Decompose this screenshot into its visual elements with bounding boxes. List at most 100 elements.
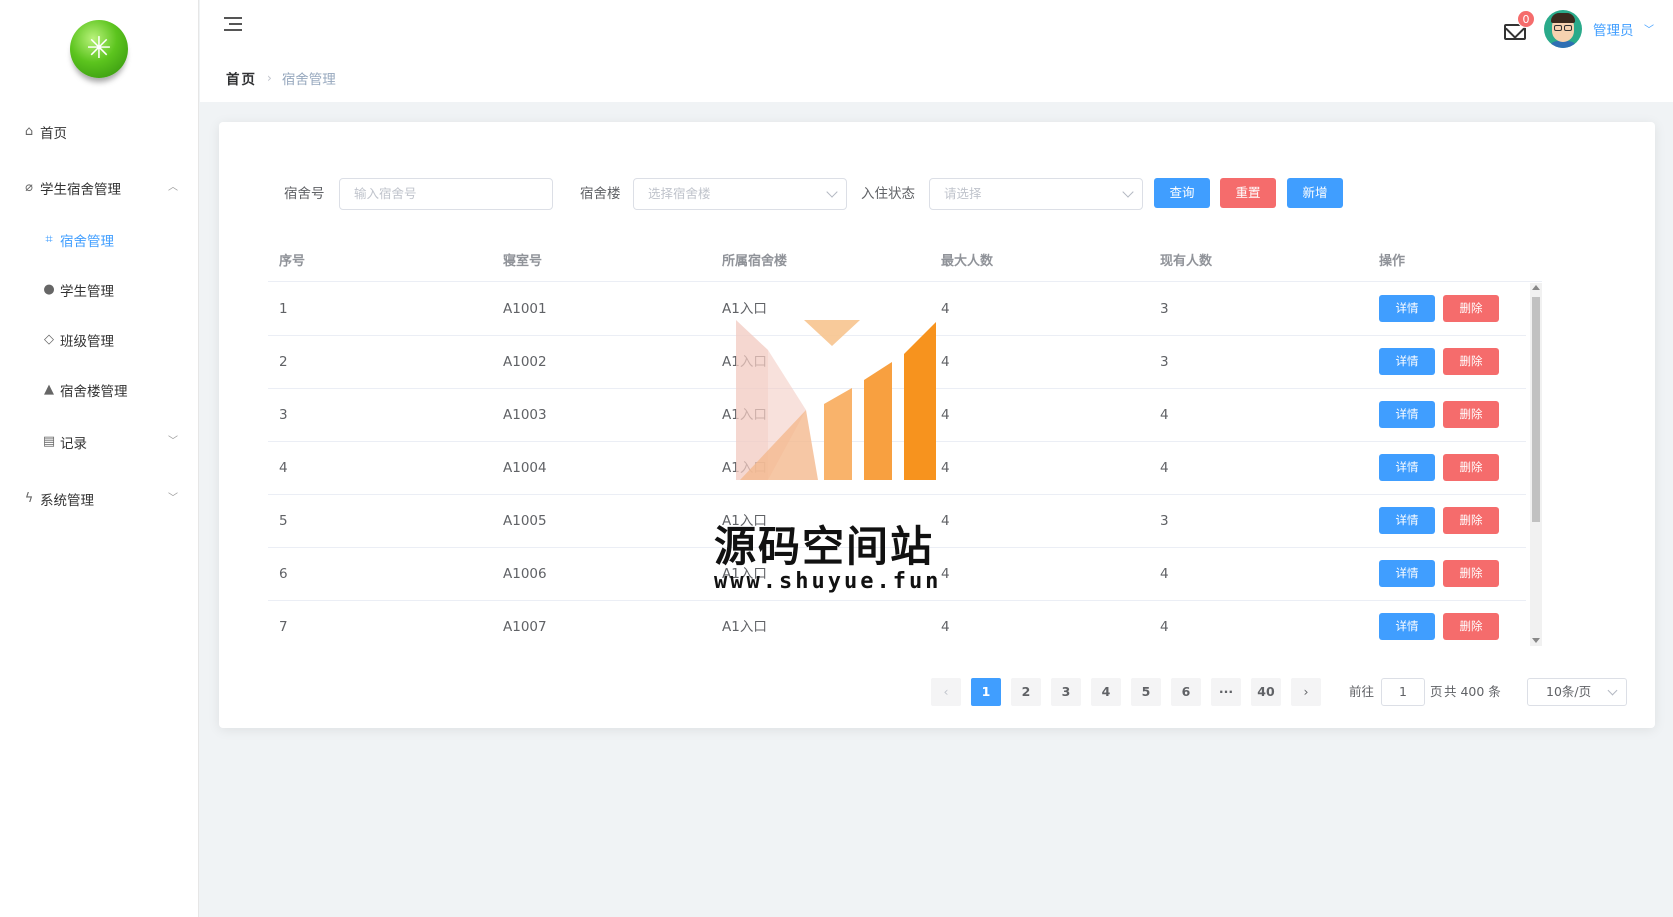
- lightning-icon: ϟ: [24, 491, 34, 506]
- detail-button[interactable]: 详情: [1379, 613, 1435, 640]
- graduation-cap-icon: ◇: [44, 332, 54, 347]
- detail-button[interactable]: 详情: [1379, 507, 1435, 534]
- sidebar-item-students[interactable]: ● 学生管理: [41, 278, 114, 302]
- table-row: 1 A1001 A1入口 4 3 详情 删除: [268, 283, 1526, 336]
- detail-button[interactable]: 详情: [1379, 401, 1435, 428]
- status-select[interactable]: 请选择: [929, 178, 1143, 210]
- logo: ✳: [70, 20, 128, 84]
- page-button-1[interactable]: 1: [971, 678, 1001, 706]
- sidebar-item-label: 学生管理: [60, 284, 114, 300]
- room-input[interactable]: [354, 179, 552, 208]
- chevron-down-icon[interactable]: ﹀: [168, 437, 178, 447]
- sidebar-item-classes[interactable]: ◇ 班级管理: [41, 328, 114, 352]
- avatar[interactable]: [1544, 10, 1582, 48]
- query-button[interactable]: 查询: [1154, 178, 1210, 208]
- menu-toggle-icon[interactable]: [222, 17, 242, 33]
- chevron-down-icon: [1607, 685, 1618, 696]
- detail-button[interactable]: 详情: [1379, 295, 1435, 322]
- chevron-down-icon[interactable]: ﹀: [168, 494, 178, 504]
- next-page-button[interactable]: ›: [1291, 678, 1321, 706]
- table-body[interactable]: 1 A1001 A1入口 4 3 详情 删除 2 A1002 A1入口 4 3 …: [268, 283, 1542, 646]
- goto-label: 前往: [1349, 684, 1375, 699]
- cell-index: 2: [279, 354, 288, 370]
- cell-current: 3: [1160, 354, 1169, 370]
- page-button-3[interactable]: 3: [1051, 678, 1081, 706]
- cell-current: 4: [1160, 460, 1169, 476]
- prev-page-button[interactable]: ‹: [931, 678, 961, 706]
- col-room: 寝室号: [503, 254, 543, 269]
- cell-max: 4: [941, 619, 950, 635]
- cell-max: 4: [941, 460, 950, 476]
- table-row: 7 A1007 A1入口 4 4 详情 删除: [268, 601, 1526, 646]
- sidebar-item-buildings[interactable]: ▲ 宿舍楼管理: [41, 378, 128, 402]
- page-ellipsis-button[interactable]: ···: [1211, 678, 1241, 706]
- page-button-5[interactable]: 5: [1131, 678, 1161, 706]
- cell-current: 4: [1160, 619, 1169, 635]
- cell-building: A1入口: [722, 354, 767, 370]
- page-size-select[interactable]: 10条/页: [1527, 678, 1627, 706]
- page-button-4[interactable]: 4: [1091, 678, 1121, 706]
- delete-button[interactable]: 删除: [1443, 507, 1499, 534]
- sidebar-item-label: 班级管理: [60, 334, 114, 350]
- building-label: 宿舍楼: [580, 186, 621, 202]
- total-count: 共 400 条: [1444, 684, 1501, 699]
- detail-button[interactable]: 详情: [1379, 454, 1435, 481]
- delete-button[interactable]: 删除: [1443, 348, 1499, 375]
- notification-badge: 0: [1517, 10, 1535, 28]
- cell-max: 4: [941, 301, 950, 317]
- goto-page-input[interactable]: 1: [1381, 678, 1425, 706]
- delete-button[interactable]: 删除: [1443, 401, 1499, 428]
- delete-button[interactable]: 删除: [1443, 560, 1499, 587]
- sidebar-item-dorm-admin[interactable]: ⌀ 学生宿舍管理: [21, 176, 121, 200]
- detail-button[interactable]: 详情: [1379, 560, 1435, 587]
- delete-button[interactable]: 删除: [1443, 454, 1499, 481]
- page-button-40[interactable]: 40: [1251, 678, 1281, 706]
- cell-room: A1006: [503, 566, 547, 582]
- cell-index: 1: [279, 301, 288, 317]
- cell-max: 4: [941, 354, 950, 370]
- sidebar-item-records[interactable]: ▤ 记录: [41, 430, 87, 454]
- cell-max: 4: [941, 513, 950, 529]
- building-select[interactable]: 选择宿舍楼: [633, 178, 847, 210]
- delete-button[interactable]: 删除: [1443, 295, 1499, 322]
- cell-current: 4: [1160, 566, 1169, 582]
- cell-current: 4: [1160, 407, 1169, 423]
- sidebar-item-home[interactable]: ⌂ 首页: [21, 120, 67, 144]
- sidebar-item-label: 首页: [40, 126, 67, 142]
- pagination: ‹ 1 2 3 4 5 6 ··· 40 › 前往 1 页 共 400 条 10…: [931, 678, 1631, 706]
- sidebar-item-label: 记录: [60, 436, 87, 452]
- delete-button[interactable]: 删除: [1443, 613, 1499, 640]
- cell-current: 3: [1160, 513, 1169, 529]
- username[interactable]: 管理员: [1593, 19, 1634, 39]
- detail-button[interactable]: 详情: [1379, 348, 1435, 375]
- scroll-down-arrow-icon[interactable]: [1532, 638, 1540, 643]
- home-icon: ⌂: [24, 124, 34, 139]
- add-button[interactable]: 新增: [1287, 178, 1343, 208]
- page-button-2[interactable]: 2: [1011, 678, 1041, 706]
- breadcrumb-home[interactable]: 首页: [226, 68, 257, 88]
- scroll-up-arrow-icon[interactable]: [1532, 285, 1540, 290]
- cell-max: 4: [941, 407, 950, 423]
- cell-index: 6: [279, 566, 288, 582]
- asterisk-icon: ✳: [86, 31, 112, 66]
- cell-room: A1005: [503, 513, 547, 529]
- sidebar-item-label: 学生宿舍管理: [40, 182, 121, 198]
- table-row: 4 A1004 A1入口 4 4 详情 删除: [268, 442, 1526, 495]
- status-label: 入住状态: [861, 186, 915, 202]
- sidebar-item-system[interactable]: ϟ 系统管理: [21, 487, 94, 511]
- reset-button[interactable]: 重置: [1220, 178, 1276, 208]
- sidebar-item-label: 宿舍楼管理: [60, 384, 128, 400]
- table-scrollbar[interactable]: [1530, 283, 1542, 646]
- page-suffix: 页: [1430, 684, 1443, 699]
- page-size-value: 10条/页: [1546, 684, 1592, 699]
- sidebar-item-dorm[interactable]: ⌗ 宿舍管理: [41, 228, 114, 252]
- chevron-down-icon[interactable]: ﹀: [1644, 21, 1654, 36]
- content-card: 宿舍号 宿舍楼 选择宿舍楼 入住状态 请选择 查询 重置 新增 序号 寝室号 所…: [219, 122, 1655, 728]
- chevron-up-icon[interactable]: ︿: [168, 183, 178, 193]
- cell-building: A1入口: [722, 301, 767, 317]
- scrollbar-thumb[interactable]: [1532, 297, 1540, 522]
- cell-index: 5: [279, 513, 288, 529]
- page-button-6[interactable]: 6: [1171, 678, 1201, 706]
- cell-room: A1002: [503, 354, 547, 370]
- col-building: 所属宿舍楼: [722, 254, 788, 269]
